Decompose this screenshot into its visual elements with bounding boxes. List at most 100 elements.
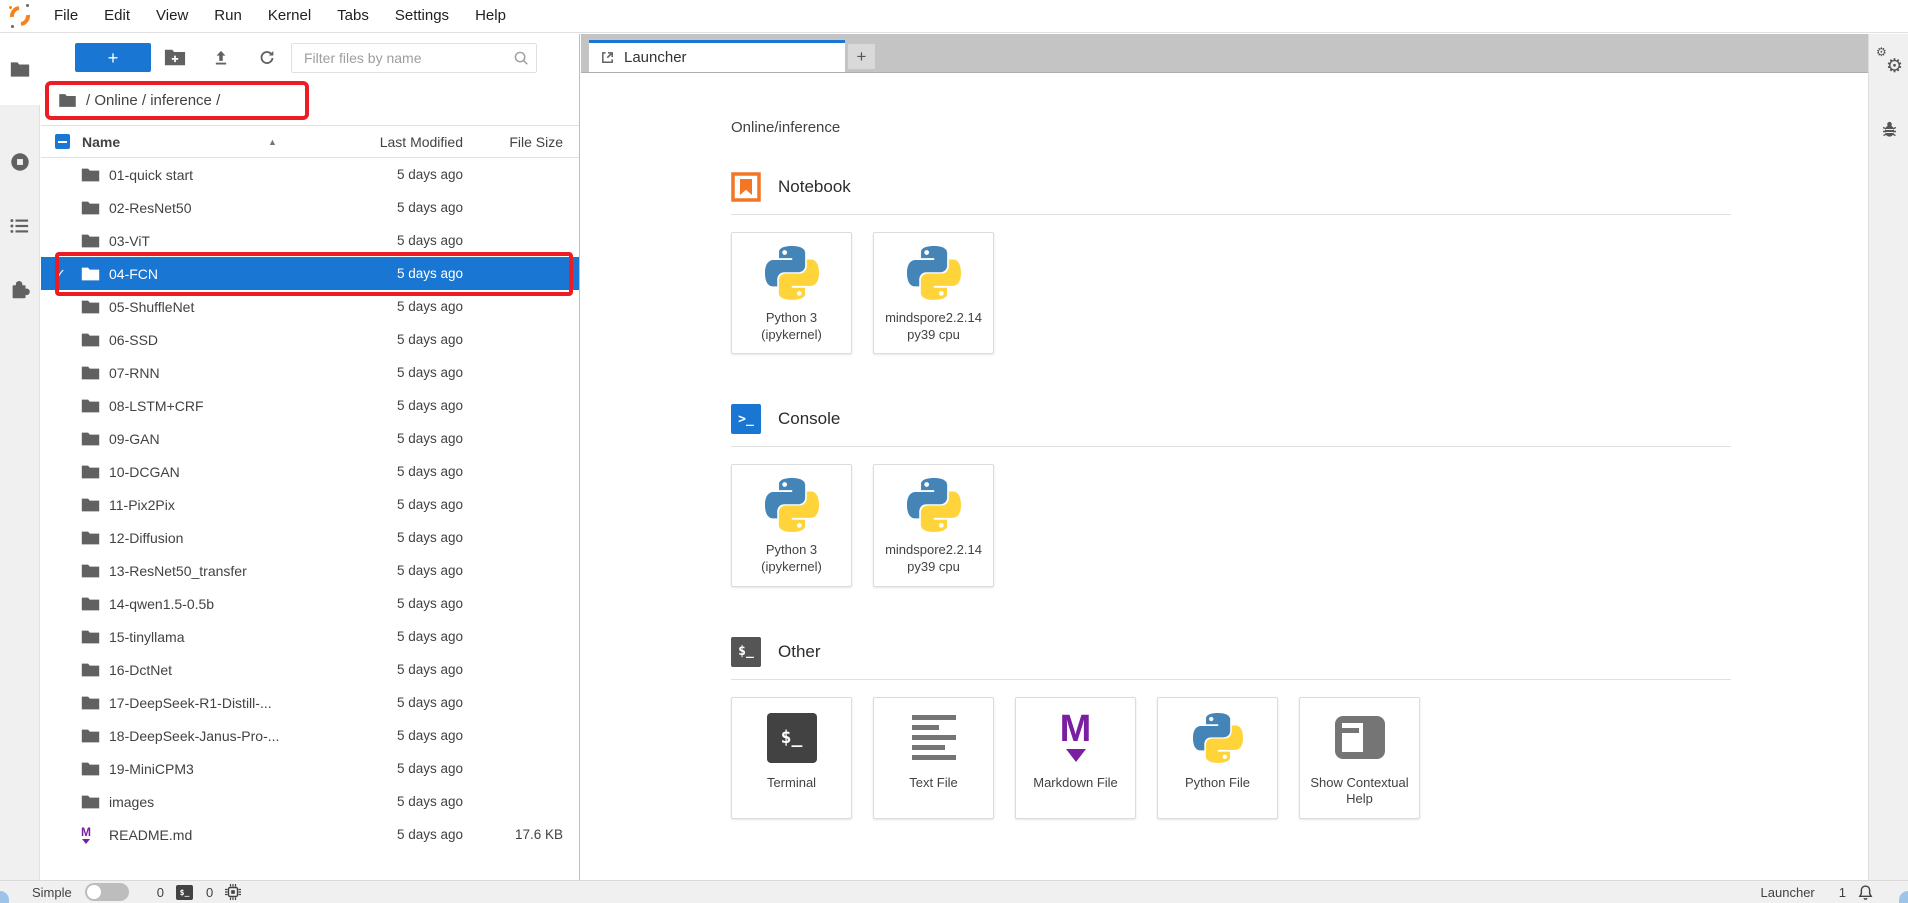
check-icon: ✓ xyxy=(55,266,81,282)
breadcrumb[interactable]: / Online / inference / xyxy=(86,92,220,109)
file-row-selected[interactable]: ✓04-FCN5 days ago xyxy=(41,257,579,290)
folder-icon xyxy=(81,463,100,480)
tab-launcher[interactable]: Launcher xyxy=(589,40,845,72)
file-row[interactable]: 07-RNN5 days ago xyxy=(41,356,579,389)
simple-mode-toggle[interactable] xyxy=(85,883,129,901)
folder-icon xyxy=(81,529,100,546)
file-row[interactable]: 17-DeepSeek-R1-Distill-...5 days ago xyxy=(41,686,579,719)
file-row[interactable]: 19-MiniCPM35 days ago xyxy=(41,752,579,785)
section-label: Other xyxy=(778,642,821,662)
file-row[interactable]: 05-ShuffleNet5 days ago xyxy=(41,290,579,323)
file-row[interactable]: images5 days ago xyxy=(41,785,579,818)
section-notebook: Notebook Python 3 (ipykernel) mindspore2… xyxy=(731,172,1731,354)
file-row[interactable]: 09-GAN5 days ago xyxy=(41,422,579,455)
menu-edit[interactable]: Edit xyxy=(91,0,143,32)
terminal-status-icon[interactable]: $_ xyxy=(176,885,193,900)
file-row[interactable]: 13-ResNet50_transfer5 days ago xyxy=(41,554,579,587)
refresh-button[interactable] xyxy=(255,46,279,70)
file-row[interactable]: 16-DctNet5 days ago xyxy=(41,653,579,686)
new-folder-button[interactable] xyxy=(163,46,187,70)
filter-files-box xyxy=(291,43,537,73)
launcher-panel: Online/inference Notebook Python 3 (ipyk… xyxy=(581,73,1868,819)
file-browser-tab-icon[interactable] xyxy=(0,34,40,105)
column-name[interactable]: Name xyxy=(82,134,353,150)
menu-file[interactable]: File xyxy=(41,0,91,32)
bell-icon[interactable] xyxy=(1857,884,1874,901)
simple-mode-label: Simple xyxy=(32,885,72,900)
launcher-tab-icon xyxy=(600,50,615,65)
launcher-card-python-file[interactable]: Python File xyxy=(1157,697,1278,819)
new-launcher-button[interactable]: + xyxy=(75,43,151,72)
right-sidebar: ⚙⚙ xyxy=(1868,34,1908,880)
folder-icon xyxy=(81,397,100,414)
property-inspector-icon[interactable]: ⚙⚙ xyxy=(1876,48,1902,76)
python-logo-icon xyxy=(765,477,819,533)
running-kernels-icon[interactable] xyxy=(0,142,40,182)
section-label: Console xyxy=(778,409,840,429)
menu-tabs[interactable]: Tabs xyxy=(324,0,382,32)
file-row[interactable]: 15-tinyllama5 days ago xyxy=(41,620,579,653)
launcher-card-console-python3[interactable]: Python 3 (ipykernel) xyxy=(731,464,852,586)
terminals-count: 0 xyxy=(157,885,164,900)
file-row[interactable]: MREADME.md5 days ago17.6 KB xyxy=(41,818,579,851)
new-tab-button[interactable]: + xyxy=(848,44,875,69)
menu-view[interactable]: View xyxy=(143,0,201,32)
file-list-header: Name ▲ Last Modified File Size xyxy=(41,126,579,158)
folder-icon xyxy=(81,199,100,216)
left-sidebar xyxy=(0,34,40,880)
section-other: $_ Other $_ Terminal Text File M xyxy=(731,637,1731,819)
main-dock-panel: Launcher + Online/inference Notebook Pyt… xyxy=(581,34,1868,880)
launcher-card-contextual-help[interactable]: Show Contextual Help xyxy=(1299,697,1420,819)
card-label: mindspore2.2.14 py39 cpu xyxy=(880,310,987,343)
file-row[interactable]: 06-SSD5 days ago xyxy=(41,323,579,356)
file-row[interactable]: 11-Pix2Pix5 days ago xyxy=(41,488,579,521)
folder-icon xyxy=(81,496,100,513)
folder-icon xyxy=(81,298,100,315)
column-file-size[interactable]: File Size xyxy=(463,134,563,150)
card-label: Terminal xyxy=(767,775,816,792)
section-divider xyxy=(731,446,1731,447)
file-row[interactable]: 02-ResNet505 days ago xyxy=(41,191,579,224)
folder-icon xyxy=(81,331,100,348)
file-row[interactable]: 01-quick start5 days ago xyxy=(41,158,579,191)
menu-kernel[interactable]: Kernel xyxy=(255,0,324,32)
folder-icon xyxy=(81,793,100,810)
upload-button[interactable] xyxy=(209,46,233,70)
menu-settings[interactable]: Settings xyxy=(382,0,462,32)
menu-run[interactable]: Run xyxy=(201,0,255,32)
folder-icon xyxy=(81,166,100,183)
tab-bar: Launcher + xyxy=(581,34,1868,73)
file-row[interactable]: 03-ViT5 days ago xyxy=(41,224,579,257)
extensions-icon[interactable] xyxy=(0,267,40,311)
file-row[interactable]: 14-qwen1.5-0.5b5 days ago xyxy=(41,587,579,620)
python-logo-icon xyxy=(907,477,961,533)
card-label: mindspore2.2.14 py39 cpu xyxy=(880,542,987,575)
launcher-card-markdown-file[interactable]: M Markdown File xyxy=(1015,697,1136,819)
sort-ascending-icon[interactable]: ▲ xyxy=(268,137,277,147)
kernel-chip-icon[interactable] xyxy=(225,884,241,900)
folder-icon xyxy=(81,430,100,447)
filter-files-input[interactable] xyxy=(302,49,512,67)
debugger-icon[interactable] xyxy=(1880,120,1899,139)
launcher-card-terminal[interactable]: $_ Terminal xyxy=(731,697,852,819)
file-row[interactable]: 12-Diffusion5 days ago xyxy=(41,521,579,554)
folder-icon xyxy=(81,364,100,381)
file-row[interactable]: 08-LSTM+CRF5 days ago xyxy=(41,389,579,422)
terminal-icon: $_ xyxy=(767,713,817,763)
file-browser-panel: + / Online / inference / Name ▲ Last Mo xyxy=(41,34,580,880)
launcher-card-notebook-mindspore[interactable]: mindspore2.2.14 py39 cpu xyxy=(873,232,994,354)
section-divider xyxy=(731,214,1731,215)
launcher-card-notebook-python3[interactable]: Python 3 (ipykernel) xyxy=(731,232,852,354)
launcher-cwd-title: Online/inference xyxy=(731,119,1868,136)
notifications-count: 1 xyxy=(1839,885,1846,900)
card-label: Show Contextual Help xyxy=(1306,775,1413,808)
launcher-card-text-file[interactable]: Text File xyxy=(873,697,994,819)
table-of-contents-icon[interactable] xyxy=(0,206,40,246)
column-last-modified[interactable]: Last Modified xyxy=(353,134,463,150)
select-all-checkbox[interactable] xyxy=(55,134,70,149)
home-folder-icon[interactable] xyxy=(58,93,77,108)
menu-help[interactable]: Help xyxy=(462,0,519,32)
file-row[interactable]: 18-DeepSeek-Janus-Pro-...5 days ago xyxy=(41,719,579,752)
file-row[interactable]: 10-DCGAN5 days ago xyxy=(41,455,579,488)
launcher-card-console-mindspore[interactable]: mindspore2.2.14 py39 cpu xyxy=(873,464,994,586)
